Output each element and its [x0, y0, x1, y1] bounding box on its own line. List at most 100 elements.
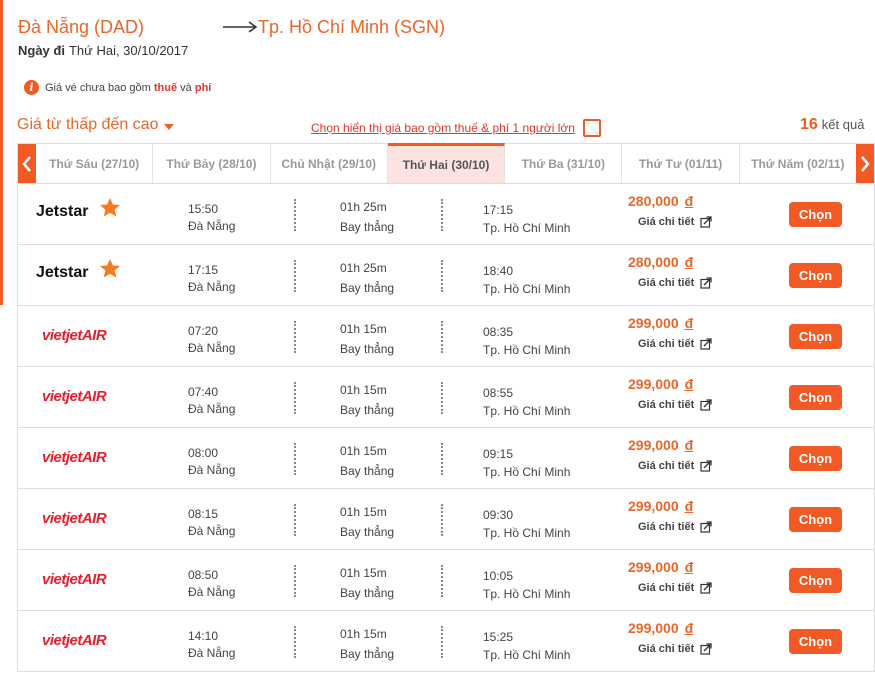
- choose-flight-button[interactable]: Chọn: [789, 446, 842, 471]
- price-currency: đ: [684, 498, 694, 514]
- choose-flight-button[interactable]: Chọn: [789, 385, 842, 410]
- tax-toggle-checkbox[interactable]: [582, 119, 601, 137]
- flight-row: vietjetAIR 07:40 Đà Nẵng 01h 15m Bay thẳng 08…: [17, 367, 875, 428]
- jetstar-logo: Jetstar: [36, 259, 120, 281]
- vietjet-logo: vietjetAIR: [42, 632, 107, 649]
- departure-city: Đà Nẵng: [188, 463, 236, 477]
- flight-type: Bay thẳng: [340, 464, 395, 478]
- price-value: 299,000: [628, 437, 679, 453]
- price-detail-link[interactable]: Giá chi tiết: [638, 521, 712, 533]
- choose-flight-button[interactable]: Chọn: [789, 324, 842, 349]
- tax-toggle[interactable]: Chọn hiển thị giá bao gồm thuế & phí 1 n…: [311, 119, 601, 137]
- external-link-icon: [700, 338, 712, 350]
- price-detail-link[interactable]: Giá chi tiết: [638, 277, 712, 289]
- departure-info: 08:15 Đà Nẵng: [188, 506, 235, 540]
- notice-fee: phí: [194, 81, 212, 94]
- divider: [441, 626, 443, 658]
- tax-toggle-label: Chọn hiển thị giá bao gồm thuế & phí 1 n…: [311, 121, 575, 135]
- price-value: 280,000: [628, 193, 679, 209]
- departure-city: Đà Nẵng: [188, 646, 236, 660]
- arrival-info: 08:55 Tp. Hồ Chí Minh: [483, 384, 570, 420]
- flight-duration: 01h 25m: [340, 200, 387, 214]
- price-value: 280,000: [628, 254, 679, 270]
- left-accent-bar: [0, 0, 3, 305]
- price-detail-link[interactable]: Giá chi tiết: [638, 643, 712, 655]
- choose-flight-button[interactable]: Chọn: [789, 629, 842, 654]
- choose-flight-button[interactable]: Chọn: [789, 568, 842, 593]
- price-detail-link[interactable]: Giá chi tiết: [638, 399, 712, 411]
- departure-city: Đà Nẵng: [188, 524, 236, 538]
- external-link-icon: [700, 460, 712, 472]
- info-icon: i: [24, 80, 39, 95]
- origin-label: Đà Nẵng (DAD): [18, 16, 145, 37]
- notice-prefix: Giá vé chưa bao gồm: [45, 81, 151, 94]
- departure-time: 17:15: [188, 263, 219, 277]
- chevron-left-icon: [22, 155, 31, 172]
- price-detail-link[interactable]: Giá chi tiết: [638, 582, 712, 594]
- date-tab[interactable]: Thứ Tư (01/11): [622, 144, 740, 183]
- ticket-price: 299,000 đ: [628, 376, 693, 392]
- departure-info: 08:00 Đà Nẵng: [188, 445, 235, 479]
- choose-flight-button[interactable]: Chọn: [789, 263, 842, 288]
- vietjet-logo: vietjetAIR: [42, 571, 107, 588]
- price-value: 299,000: [628, 498, 679, 514]
- flight-row: Jetstar 15:50 Đà Nẵng 01h 25m Bay thẳng 17:15…: [17, 184, 875, 245]
- price-detail-label: Giá chi tiết: [638, 399, 695, 411]
- sort-dropdown[interactable]: Giá từ thấp đến cao: [17, 116, 175, 134]
- price-value: 299,000: [628, 315, 679, 331]
- flight-duration: 01h 15m: [340, 444, 387, 458]
- arrival-time: 17:15: [483, 203, 514, 217]
- prev-date-button[interactable]: [18, 144, 36, 183]
- flight-row: vietjetAIR 14:10 Đà Nẵng 01h 15m Bay thẳng 15…: [17, 611, 875, 672]
- choose-flight-button[interactable]: Chọn: [789, 202, 842, 227]
- flight-type: Bay thẳng: [340, 403, 395, 417]
- arrival-city: Tp. Hồ Chí Minh: [483, 526, 571, 540]
- price-currency: đ: [684, 193, 694, 209]
- price-detail-label: Giá chi tiết: [638, 521, 695, 533]
- vietjet-logo-text: vietjetAIR: [42, 449, 107, 466]
- date-tab[interactable]: Thứ Sáu (27/10): [36, 144, 154, 183]
- notice-tax: thuế: [153, 81, 178, 94]
- price-detail-link[interactable]: Giá chi tiết: [638, 460, 712, 472]
- date-tab[interactable]: Thứ Hai (30/10): [387, 143, 506, 183]
- divider: [294, 199, 296, 231]
- divider: [294, 626, 296, 658]
- arrival-city: Tp. Hồ Chí Minh: [483, 343, 571, 357]
- choose-flight-button[interactable]: Chọn: [789, 507, 842, 532]
- price-currency: đ: [684, 315, 694, 331]
- flight-row: vietjetAIR 08:15 Đà Nẵng 01h 15m Bay thẳng 09…: [17, 489, 875, 550]
- arrival-time: 08:35: [483, 325, 514, 339]
- arrival-time: 08:55: [483, 386, 514, 400]
- divider: [294, 321, 296, 353]
- arrival-info: 10:05 Tp. Hồ Chí Minh: [483, 567, 570, 603]
- divider: [441, 443, 443, 475]
- price-currency: đ: [684, 620, 694, 636]
- jetstar-logo: Jetstar: [36, 198, 120, 220]
- date-tab[interactable]: Thứ Ba (31/10): [505, 144, 623, 183]
- price-detail-label: Giá chi tiết: [638, 338, 695, 350]
- vietjet-logo: vietjetAIR: [42, 510, 107, 527]
- duration-info: 01h 15m Bay thẳng: [340, 502, 394, 542]
- arrival-city: Tp. Hồ Chí Minh: [483, 221, 571, 235]
- arrival-info: 18:40 Tp. Hồ Chí Minh: [483, 262, 570, 298]
- arrival-time: 10:05: [483, 569, 514, 583]
- arrival-info: 09:15 Tp. Hồ Chí Minh: [483, 445, 570, 481]
- route-header: Đà Nẵng (DAD) Tp. Hồ Chí Minh (SGN): [18, 14, 445, 40]
- date-tab[interactable]: Chủ Nhật (29/10): [271, 144, 388, 183]
- flight-type: Bay thẳng: [340, 647, 395, 661]
- duration-info: 01h 15m Bay thẳng: [340, 380, 394, 420]
- notice-and: và: [180, 81, 192, 94]
- arrival-info: 08:35 Tp. Hồ Chí Minh: [483, 323, 570, 359]
- vietjet-logo: vietjetAIR: [42, 388, 107, 405]
- price-detail-link[interactable]: Giá chi tiết: [638, 216, 712, 228]
- vietjet-logo-text: vietjetAIR: [42, 571, 107, 588]
- divider: [294, 504, 296, 536]
- date-tab[interactable]: Thứ Bảy (28/10): [153, 144, 271, 183]
- next-date-button[interactable]: [856, 144, 874, 183]
- price-detail-link[interactable]: Giá chi tiết: [638, 338, 712, 350]
- date-tab[interactable]: Thứ Năm (02/11): [740, 144, 856, 183]
- ticket-price: 299,000 đ: [628, 315, 693, 331]
- departure-city: Đà Nẵng: [188, 585, 236, 599]
- departure-city: Đà Nẵng: [188, 219, 236, 233]
- destination-label: Tp. Hồ Chí Minh (SGN): [258, 16, 446, 37]
